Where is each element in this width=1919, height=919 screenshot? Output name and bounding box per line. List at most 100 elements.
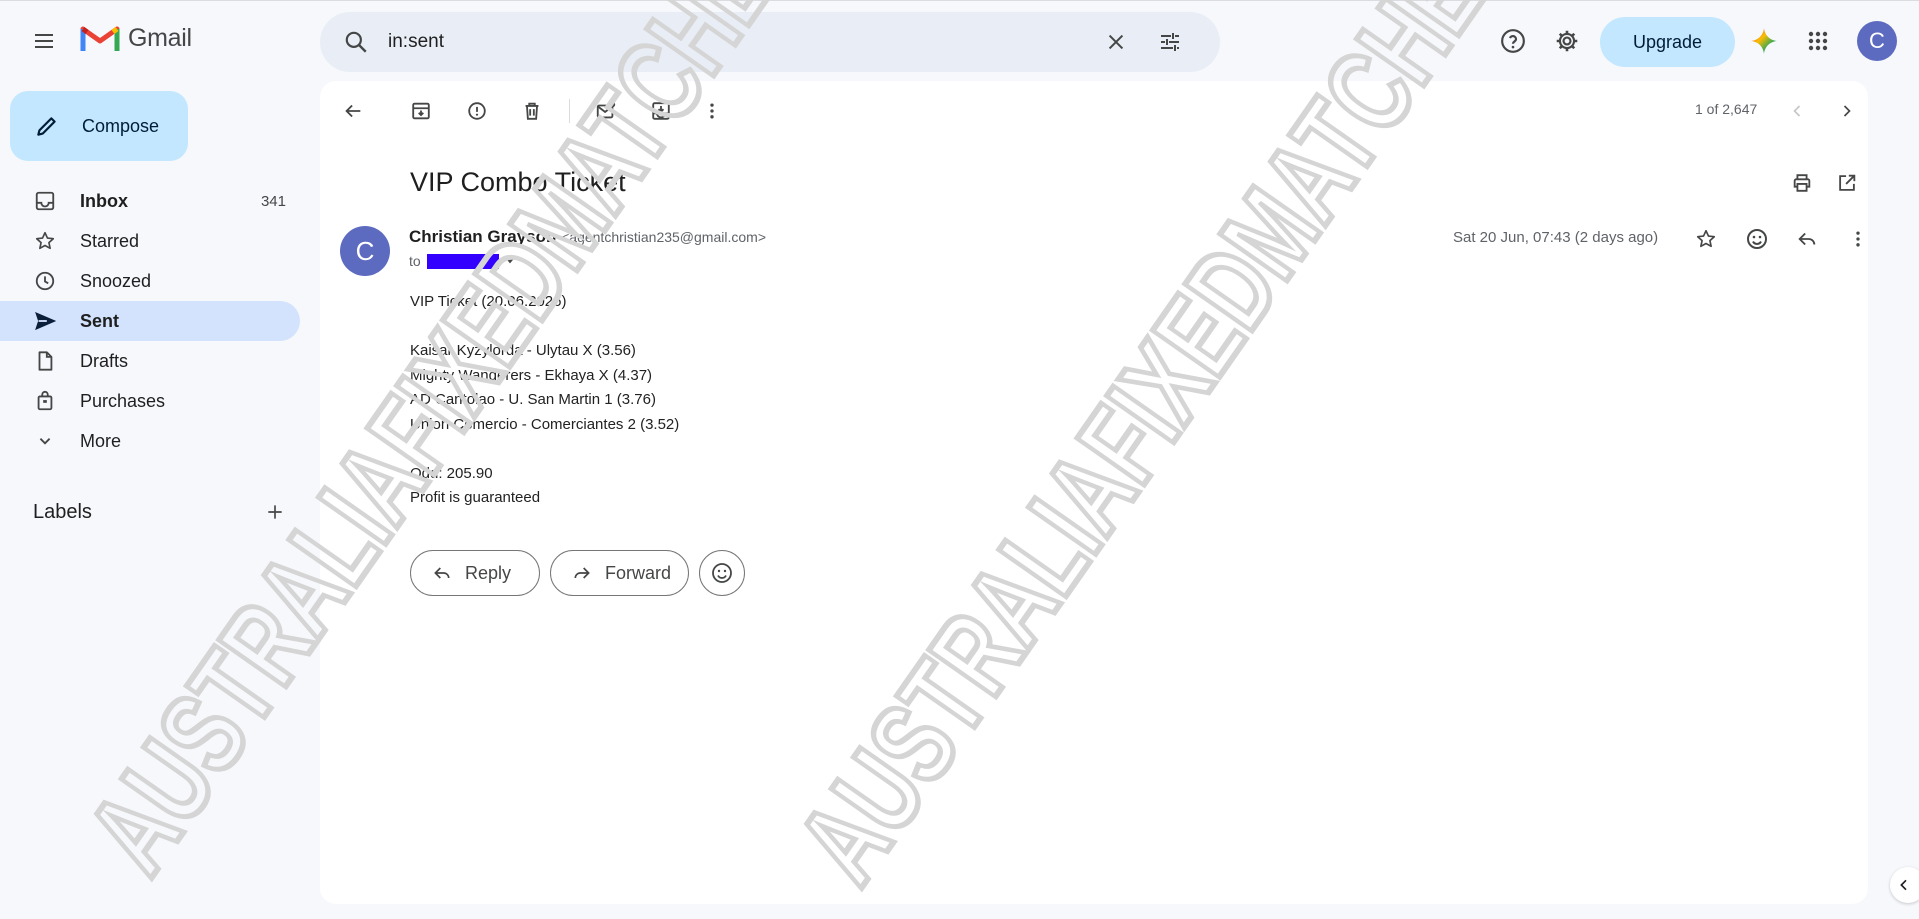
- create-label-button[interactable]: [255, 492, 295, 532]
- sidebar-item-label: Sent: [80, 310, 120, 331]
- chevron-left-icon: [1793, 105, 1801, 117]
- mark-unread-icon: [596, 101, 616, 119]
- more-actions-button[interactable]: [692, 91, 732, 131]
- clear-search-button[interactable]: [1094, 20, 1138, 64]
- emoji-icon: [1747, 229, 1767, 249]
- chevron-left-icon: [1900, 879, 1907, 891]
- star-icon: [35, 231, 55, 250]
- message-more-button[interactable]: [1838, 219, 1868, 259]
- forward-icon: [574, 567, 590, 579]
- google-apps-button[interactable]: [1796, 19, 1840, 63]
- gmail-m-icon: [80, 26, 120, 51]
- search-button[interactable]: [334, 20, 378, 64]
- top-header: Gmail Upgrade C: [0, 0, 1919, 80]
- sender-avatar[interactable]: C: [340, 226, 390, 276]
- move-to-button[interactable]: [641, 91, 681, 131]
- body-line: VIP Ticket (20.06.2026): [410, 293, 567, 310]
- recipient-line: to: [409, 253, 517, 269]
- email-body: VIP Ticket (20.06.2026) Kaisar Kyzylorda…: [410, 290, 679, 511]
- body-line: Union Comercio - Comerciantes 2 (3.52): [410, 415, 680, 433]
- sidebar-item-label: More: [80, 430, 122, 451]
- unread-count: 341: [260, 192, 286, 210]
- reply-icon: [1798, 232, 1816, 246]
- pencil-icon: [37, 117, 56, 136]
- newer-button[interactable]: [1777, 91, 1817, 131]
- sender-email: <agentchristian235@gmail.com>: [561, 229, 766, 245]
- sidebar-item-purchases[interactable]: Purchases: [0, 381, 300, 421]
- labels-section: Labels: [33, 492, 295, 532]
- settings-button[interactable]: [1545, 19, 1589, 63]
- compose-button[interactable]: Compose: [10, 91, 188, 161]
- body-line: AD Cantolao - U. San Martin 1 (3.76): [410, 391, 656, 408]
- sidebar-item-label: Purchases: [80, 390, 166, 411]
- sidebar-item-label: Drafts: [80, 350, 129, 371]
- open-in-new-icon: [1839, 174, 1856, 191]
- chevron-down-icon: [39, 438, 51, 445]
- sidebar-item-snoozed[interactable]: Snoozed: [0, 261, 300, 301]
- trash-icon: [525, 102, 539, 120]
- main-menu-button[interactable]: [22, 19, 66, 63]
- report-spam-button[interactable]: [457, 91, 497, 131]
- star-outline-icon: [1696, 229, 1716, 248]
- search-icon: [345, 31, 367, 53]
- body-line: Odd: 205.90: [410, 464, 493, 482]
- account-avatar[interactable]: C: [1857, 21, 1897, 61]
- email-date: Sat 20 Jun, 07:43 (2 days ago): [1453, 229, 1659, 246]
- print-button[interactable]: [1782, 163, 1822, 203]
- reply-button[interactable]: Reply: [410, 550, 540, 596]
- sidebar-item-drafts[interactable]: Drafts: [0, 341, 300, 381]
- pagination-text: 1 of 2,647: [1695, 101, 1758, 117]
- open-new-window-button[interactable]: [1827, 163, 1867, 203]
- search-input[interactable]: [388, 22, 1108, 62]
- add-reaction-button[interactable]: [1737, 219, 1777, 259]
- reply-icon-button[interactable]: [1787, 219, 1827, 259]
- side-panel-toggle[interactable]: [1890, 867, 1919, 903]
- gemini-sparkle-icon: [1751, 28, 1777, 54]
- sidebar-item-label: Snoozed: [80, 270, 152, 291]
- more-vert-icon: [710, 103, 714, 119]
- star-button[interactable]: [1686, 219, 1726, 259]
- move-to-icon: [652, 102, 670, 120]
- clock-icon: [35, 271, 55, 291]
- plus-icon: [268, 505, 282, 519]
- sidebar-item-label: Inbox: [80, 190, 128, 211]
- archive-icon: [412, 102, 430, 120]
- sender-name[interactable]: Christian Grayson: [409, 227, 556, 246]
- search-options-button[interactable]: [1148, 20, 1192, 64]
- email-subject: VIP Combo Ticket: [410, 167, 626, 197]
- compose-label: Compose: [82, 115, 160, 136]
- gemini-button[interactable]: [1742, 19, 1786, 63]
- labels-title: Labels: [33, 500, 92, 523]
- sidebar-item-more[interactable]: More: [0, 421, 300, 461]
- reply-icon: [434, 567, 450, 579]
- delete-button[interactable]: [512, 91, 552, 131]
- app-name: Gmail: [128, 23, 192, 52]
- help-icon: [1501, 29, 1525, 53]
- sidebar-nav: Inbox 341 Starred Snoozed Sent Drafts Pu…: [0, 181, 300, 461]
- emoji-icon: [712, 563, 732, 583]
- forward-button[interactable]: Forward: [550, 550, 689, 596]
- back-button[interactable]: [333, 91, 373, 131]
- tune-icon: [1161, 33, 1179, 51]
- sender-info: Christian Grayson <agentchristian235@gma…: [409, 227, 766, 247]
- message-panel: 1 of 2,647 VIP Combo Ticket C Christian …: [320, 81, 1868, 904]
- mark-unread-button[interactable]: [586, 91, 626, 131]
- sidebar-item-starred[interactable]: Starred: [0, 221, 300, 261]
- gmail-logo[interactable]: Gmail: [80, 23, 192, 53]
- body-line: Profit is guaranteed: [410, 489, 541, 506]
- upgrade-button[interactable]: Upgrade: [1600, 17, 1735, 67]
- apps-grid-icon: [1808, 31, 1828, 51]
- caret-down-icon[interactable]: [503, 254, 517, 268]
- archive-button[interactable]: [401, 91, 441, 131]
- body-line: Kaisar Kyzylorda - Ulytau X (3.56): [410, 342, 636, 359]
- forward-label: Forward: [605, 562, 672, 583]
- support-button[interactable]: [1491, 19, 1535, 63]
- to-label: to: [409, 253, 421, 269]
- sidebar-item-label: Starred: [80, 230, 140, 251]
- sidebar-item-sent[interactable]: Sent: [0, 301, 300, 341]
- react-button[interactable]: [699, 550, 745, 596]
- older-button[interactable]: [1827, 91, 1867, 131]
- sidebar-item-inbox[interactable]: Inbox 341: [0, 181, 300, 221]
